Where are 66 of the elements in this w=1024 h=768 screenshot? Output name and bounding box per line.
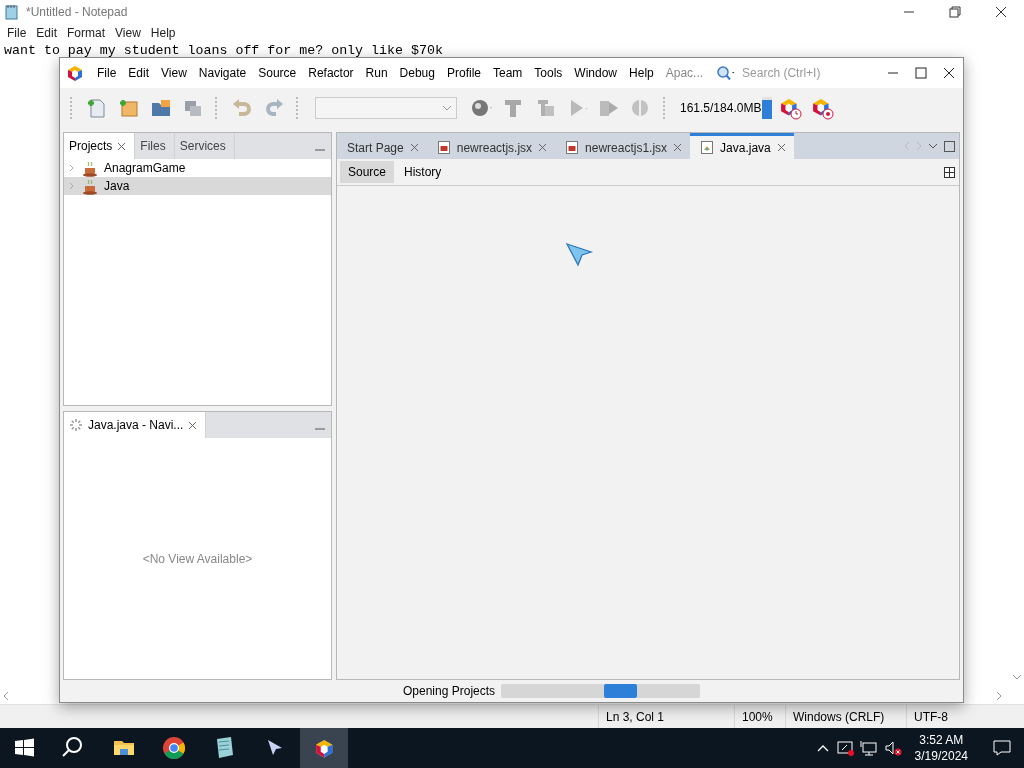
status-text: Opening Projects xyxy=(403,684,496,698)
menu-item[interactable]: File xyxy=(91,66,123,80)
chevron-down-icon xyxy=(442,105,452,111)
chrome-icon[interactable] xyxy=(161,735,187,761)
status-text: Ln 3, Col 1 xyxy=(606,709,665,724)
menu-item[interactable]: Window xyxy=(568,66,624,80)
menu-item[interactable]: Help xyxy=(145,26,181,40)
menu-item[interactable]: Edit xyxy=(31,26,63,40)
menu-item[interactable]: Source xyxy=(252,66,303,80)
editor-tab[interactable]: newreactjs1.jsx xyxy=(555,133,691,159)
menu-item[interactable]: Edit xyxy=(122,66,156,80)
status-text: 100% xyxy=(742,709,773,724)
cube-logo-icon xyxy=(67,64,83,82)
coffee-cup-icon xyxy=(82,159,98,177)
menu-item[interactable]: Debug xyxy=(393,66,441,80)
panel-tab[interactable]: Services xyxy=(174,133,235,159)
scroll-right-icon[interactable] xyxy=(995,690,1003,701)
menu-item[interactable]: Apac... xyxy=(659,66,710,80)
menu-item[interactable]: Run xyxy=(359,66,394,80)
maximize-icon[interactable] xyxy=(944,140,955,152)
notification-icon[interactable] xyxy=(992,738,1012,758)
editor-tab[interactable]: Start Page xyxy=(337,133,427,159)
editor-tab[interactable]: newreactjs.jsx xyxy=(426,133,556,159)
menu-item[interactable]: Navigate xyxy=(192,66,253,80)
menu-item[interactable]: Refactor xyxy=(302,66,360,80)
coffee-cup-icon xyxy=(82,177,98,195)
menu-item[interactable]: Profile xyxy=(441,66,487,80)
panel-tab[interactable]: Java.java - Navi... xyxy=(64,412,207,438)
clock-time[interactable]: 3:52 AM xyxy=(914,732,968,748)
editor-tab[interactable]: Java.java xyxy=(690,133,794,159)
status-text: UTF-8 xyxy=(914,709,948,724)
split-icon[interactable] xyxy=(944,166,955,178)
js-file-icon xyxy=(436,140,451,155)
loading-spinner-icon xyxy=(69,418,83,432)
menu-item[interactable]: File xyxy=(2,26,32,40)
memory-meter[interactable] xyxy=(762,97,773,119)
project-tree-item[interactable]: AnagramGame xyxy=(64,159,331,177)
view-tab[interactable]: History xyxy=(396,161,450,183)
view-tab[interactable]: Source xyxy=(340,161,395,183)
caret-right-icon[interactable] xyxy=(68,164,76,172)
menu-item[interactable]: Format xyxy=(62,26,111,40)
empty-message: <No View Available> xyxy=(142,551,253,566)
js-file-icon xyxy=(565,140,580,155)
menu-item[interactable]: Team xyxy=(487,66,529,80)
chevron-down-icon[interactable] xyxy=(928,143,938,149)
gc-clock-icon[interactable] xyxy=(778,96,803,120)
document-text: want to pay my student loans off for me? only like $70k xyxy=(3,42,444,58)
menu-item[interactable]: View xyxy=(155,66,193,80)
tablet-alert-icon[interactable] xyxy=(834,738,855,758)
window-title: *Untitled - Notepad xyxy=(26,5,129,19)
mouse-cursor-icon xyxy=(565,242,595,268)
status-text: Windows (CRLF) xyxy=(793,709,885,724)
clock-date[interactable]: 3/19/2024 xyxy=(914,748,968,764)
panel-tab[interactable]: Projects xyxy=(64,133,136,159)
java-file-icon xyxy=(700,140,715,155)
scroll-down-icon[interactable] xyxy=(1012,673,1022,681)
notepad-icon xyxy=(4,4,20,20)
network-icon[interactable] xyxy=(858,738,879,758)
memory-usage[interactable]: 161.5/184.0MB xyxy=(680,101,762,115)
gc-target-icon[interactable] xyxy=(810,96,835,120)
menu-item[interactable]: Help xyxy=(623,66,660,80)
project-tree-item[interactable]: Java xyxy=(64,177,331,195)
scroll-left-icon[interactable] xyxy=(2,690,10,701)
panel-tab[interactable]: Files xyxy=(135,133,175,159)
menu-item[interactable]: View xyxy=(110,26,146,40)
menu-item[interactable]: Tools xyxy=(528,66,569,80)
